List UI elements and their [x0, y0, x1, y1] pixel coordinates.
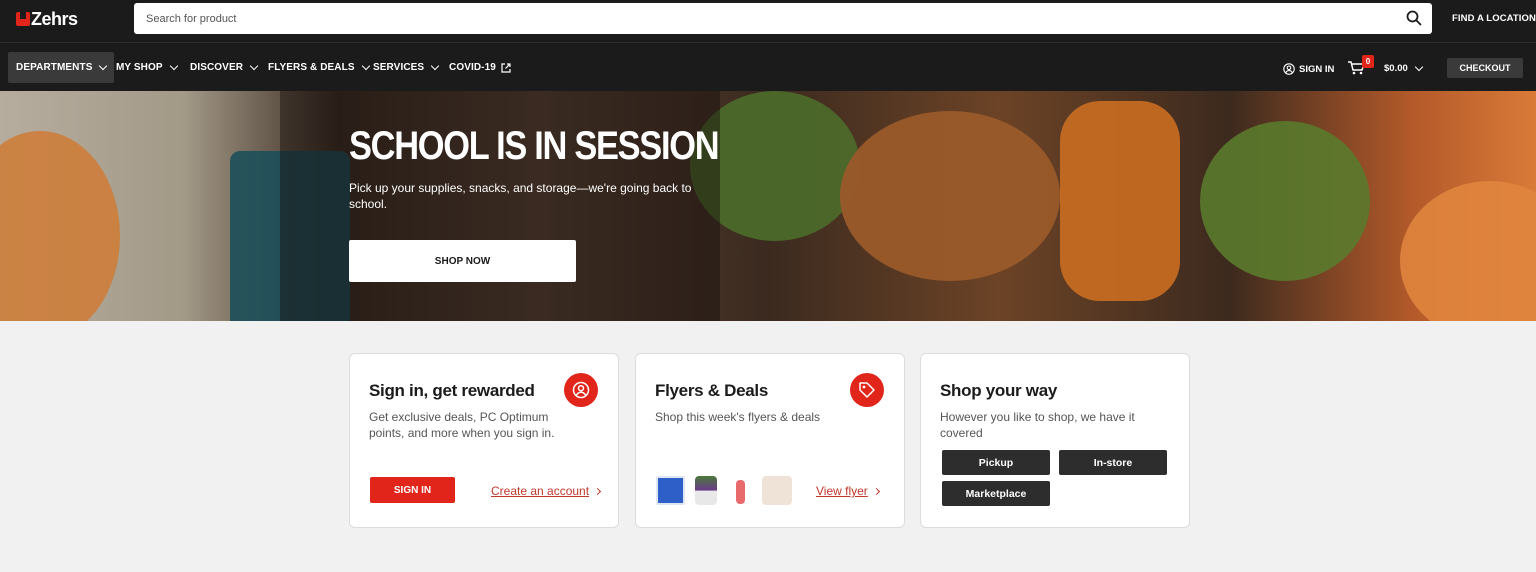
product-thumb-1: [656, 476, 685, 505]
view-flyer-label: View flyer: [816, 484, 868, 498]
view-flyer-link[interactable]: View flyer: [816, 484, 880, 498]
nav-my-shop-label: MY SHOP: [116, 62, 163, 73]
shop-card-body: However you like to shop, we have it cov…: [940, 410, 1135, 440]
nav-covid[interactable]: COVID-19: [441, 52, 519, 83]
create-account-link[interactable]: Create an account: [491, 484, 602, 498]
chevron-down-icon: [1414, 62, 1424, 71]
search-bar: [134, 3, 1432, 34]
tag-icon: [850, 373, 884, 407]
nav-my-shop[interactable]: MY SHOP: [108, 52, 185, 83]
signin-card-body: Get exclusive deals, PC Optimum points, …: [369, 410, 555, 440]
hero-bg-potato: [1060, 101, 1180, 301]
zehrs-logo[interactable]: Zehrs: [16, 8, 78, 30]
logo-text: Zehrs: [31, 8, 78, 29]
hero-bg-towel-2: [1400, 181, 1536, 321]
nav-services-label: SERVICES: [373, 62, 425, 73]
top-bar: Zehrs FIND A LOCATION: [0, 0, 1536, 42]
sign-in-link[interactable]: SIGN IN: [1283, 63, 1334, 75]
main-nav: DEPARTMENTS MY SHOP DISCOVER FLYERS & DE…: [0, 42, 1536, 91]
hero-bg-towel: [0, 131, 120, 321]
flyers-card: Flyers & Deals Shop this week's flyers &…: [635, 353, 905, 528]
logo-mark-icon: [16, 12, 30, 26]
user-icon: [1283, 63, 1295, 75]
hero-title: SCHOOL IS IN SESSION: [349, 124, 720, 168]
flyers-card-body: Shop this week's flyers & deals: [655, 410, 821, 424]
user-circle-icon: [564, 373, 598, 407]
flyers-card-title: Flyers & Deals: [655, 381, 768, 400]
pickup-button[interactable]: Pickup: [942, 450, 1050, 475]
cart-total-value: $0.00: [1384, 63, 1408, 74]
shop-card-title: Shop your way: [940, 381, 1058, 400]
cart-total[interactable]: $0.00: [1384, 62, 1424, 74]
chevron-down-icon: [169, 61, 178, 70]
nav-departments[interactable]: DEPARTMENTS: [8, 52, 115, 83]
nav-discover-label: DISCOVER: [190, 62, 244, 73]
find-location-link[interactable]: FIND A LOCATION: [1452, 13, 1536, 24]
hero-bg-chicken: [840, 111, 1060, 281]
nav-flyers-deals-label: FLYERS & DEALS: [268, 62, 355, 73]
marketplace-button[interactable]: Marketplace: [942, 481, 1050, 506]
search-icon[interactable]: [1406, 10, 1422, 26]
chevron-down-icon: [99, 61, 108, 70]
product-thumb-4: [762, 476, 792, 505]
chevron-down-icon: [430, 61, 440, 70]
chevron-right-icon: [594, 487, 602, 495]
shop-now-button[interactable]: SHOP NOW: [349, 240, 576, 282]
shop-your-way-card: Shop your way However you like to shop, …: [920, 353, 1190, 528]
chevron-right-icon: [872, 487, 880, 495]
product-thumb-2: [695, 476, 717, 505]
product-thumb-3: [736, 480, 745, 504]
hero-subtitle: Pick up your supplies, snacks, and stora…: [349, 181, 692, 211]
cart-count-badge: 0: [1362, 55, 1374, 68]
nav-departments-label: DEPARTMENTS: [16, 62, 93, 73]
search-input[interactable]: [134, 3, 1374, 34]
nav-flyers-deals[interactable]: FLYERS & DEALS: [260, 52, 377, 83]
nav-covid-label: COVID-19: [449, 62, 496, 73]
in-store-button[interactable]: In-store: [1059, 450, 1167, 475]
hero-banner: [0, 91, 1536, 321]
hero-bg-broccoli-2: [1200, 121, 1370, 281]
sign-in-label: SIGN IN: [1299, 63, 1335, 75]
signin-card: Sign in, get rewarded Get exclusive deal…: [349, 353, 619, 528]
signin-card-title: Sign in, get rewarded: [369, 381, 535, 400]
nav-services[interactable]: SERVICES: [365, 52, 446, 83]
chevron-down-icon: [249, 61, 259, 70]
create-account-label: Create an account: [491, 484, 590, 498]
sign-in-button[interactable]: SIGN IN: [370, 477, 455, 503]
checkout-button[interactable]: CHECKOUT: [1447, 58, 1523, 78]
nav-discover[interactable]: DISCOVER: [182, 52, 265, 83]
external-link-icon: [501, 62, 511, 73]
